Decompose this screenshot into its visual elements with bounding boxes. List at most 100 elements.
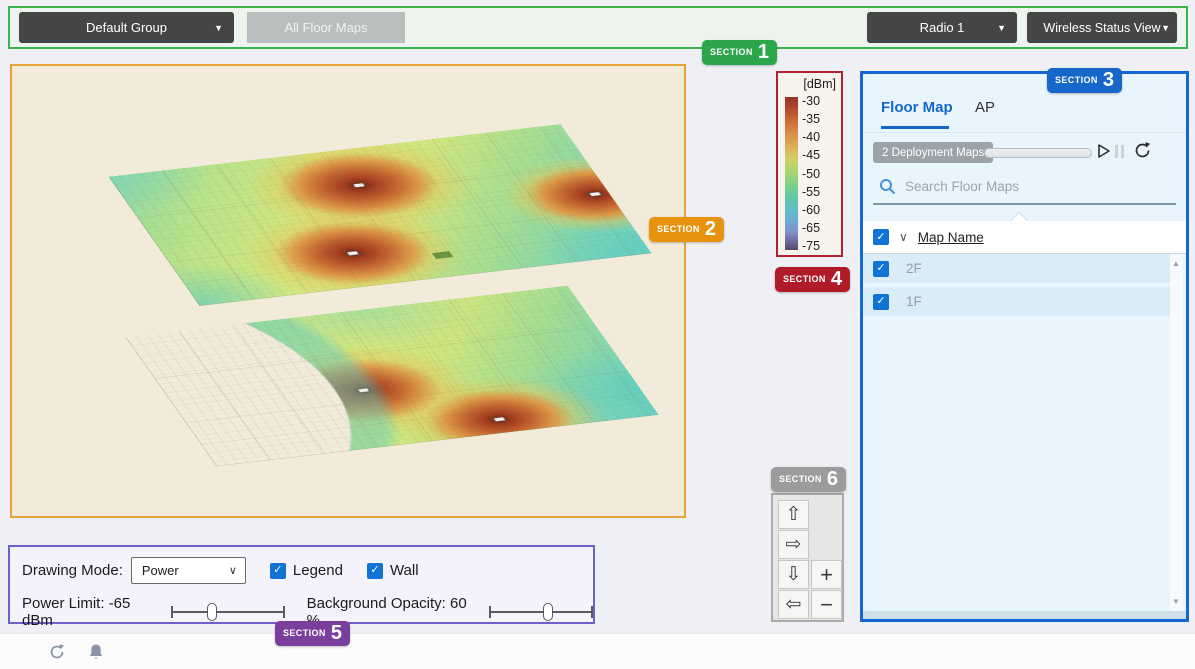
slider-thumb[interactable] [207,603,217,621]
ap-marker[interactable] [589,192,602,197]
checkbox-1f[interactable]: ✓ [873,294,889,310]
active-tab-underline [881,126,949,129]
all-floor-maps-label: All Floor Maps [284,20,367,35]
scroll-down-icon[interactable]: ▼ [1172,597,1180,606]
section-badge-label: SECTION [657,224,700,234]
legend-tick: -75 [802,240,838,253]
search-icon [879,178,896,195]
map-row-1f[interactable]: ✓ 1F [863,287,1174,318]
map-row-label: 1F [906,294,922,309]
section-badge-number: 4 [831,268,842,290]
drawing-mode-label: Drawing Mode: [22,562,123,579]
section-badge-label: SECTION [710,47,753,57]
radio-dropdown[interactable]: Radio 1 ▼ [867,12,1017,43]
pan-left-button[interactable]: ⇦ [778,590,809,619]
check-icon: ✓ [370,565,379,576]
all-floor-maps-button[interactable]: All Floor Maps [247,12,405,43]
map-object [432,251,453,259]
power-limit-label: Power Limit: -65 dBm [22,595,163,629]
drawing-mode-select[interactable]: Power ∨ [131,557,246,584]
heatmap-canvas[interactable] [10,64,686,518]
divider [863,132,1186,133]
legend-colorbar [785,97,798,250]
reload-button[interactable] [48,643,66,661]
group-dropdown[interactable]: Default Group ▼ [19,12,234,43]
pan-right-button[interactable]: ⇨ [778,530,809,559]
legend-checkbox[interactable]: ✓ [270,563,286,579]
ap-marker[interactable] [493,417,506,422]
play-button[interactable] [1096,143,1111,164]
legend-checkbox-label: Legend [293,562,343,579]
opacity-slider[interactable] [489,602,593,622]
zoom-in-button[interactable]: + [811,560,842,589]
wall-checkbox-group: ✓ Wall [367,562,419,579]
section-5-badge: SECTION 5 [275,621,350,646]
map-row-label: 2F [906,261,922,276]
power-limit-slider[interactable] [171,602,285,622]
radio-dropdown-label: Radio 1 [920,20,965,35]
pause-button[interactable] [1115,145,1124,158]
ap-marker[interactable] [357,388,370,393]
minus-icon: − [820,592,833,618]
map-row-2f[interactable]: ✓ 2F [863,254,1174,285]
slider-track[interactable] [171,611,285,613]
slider-track[interactable] [489,611,593,613]
drawing-mode-row: Drawing Mode: Power ∨ ✓ Legend ✓ Wall [22,557,419,584]
map-list-header[interactable]: ✓ ∨ Map Name [863,221,1186,254]
tab-ap[interactable]: AP [975,99,995,116]
floor-map-panel: Floor Map AP 2 Deployment Maps ✓ ∨ Map N… [860,71,1189,622]
ap-marker[interactable] [353,183,366,188]
slider-thumb[interactable] [543,603,553,621]
checkbox-2f[interactable]: ✓ [873,261,889,277]
play-icon [1096,143,1111,159]
floor-plane-2f[interactable] [109,124,652,306]
slider-end-tick [283,606,285,618]
legend-title: [dBm] [803,77,836,91]
pause-icon [1115,145,1118,158]
section-badge-number: 2 [705,218,716,240]
horizontal-scrollbar[interactable] [863,611,1186,619]
select-all-checkbox[interactable]: ✓ [873,229,889,245]
section-badge-number: 6 [827,468,838,490]
legend-tick: -50 [802,168,838,181]
section-badge-number: 3 [1103,69,1114,91]
deployment-progress-bar [984,148,1092,158]
notifications-bell-button[interactable] [88,643,104,661]
legend-tick: -45 [802,149,838,162]
tab-floor-map[interactable]: Floor Map [881,99,953,116]
vertical-scrollbar[interactable]: ▲ ▼ [1170,254,1183,611]
chevron-down-icon: ▼ [997,23,1006,33]
collapse-caret-icon[interactable]: ∨ [899,230,908,244]
plus-icon: + [820,562,833,588]
check-icon: ✓ [876,296,885,307]
section-badge-number: 5 [331,622,342,644]
arrow-right-icon: ⇨ [786,533,802,556]
bell-icon [88,643,104,661]
section-3-badge: SECTION 3 [1047,68,1122,93]
refresh-button[interactable] [1133,141,1152,165]
drawing-mode-value: Power [142,563,179,578]
view-dropdown[interactable]: Wireless Status View ▼ [1027,12,1177,43]
arrow-left-icon: ⇦ [786,593,802,616]
dbm-legend: [dBm] -30 -35 -40 -45 -50 -55 -60 -65 -7… [776,71,843,257]
search-floor-maps[interactable] [873,174,1176,205]
group-dropdown-label: Default Group [86,20,167,35]
wall-checkbox-label: Wall [390,562,419,579]
pan-down-button[interactable]: ⇩ [778,560,809,589]
section-badge-label: SECTION [283,628,326,638]
section-badge-number: 1 [758,41,769,63]
scroll-up-icon[interactable]: ▲ [1172,259,1180,268]
floor-plane-1f[interactable] [125,286,658,467]
ap-marker[interactable] [347,251,360,256]
zoom-out-button[interactable]: − [811,590,842,619]
check-icon: ✓ [876,232,885,243]
drawing-controls: Drawing Mode: Power ∨ ✓ Legend ✓ Wall Po… [8,545,595,624]
legend-checkbox-group: ✓ Legend [270,562,343,579]
chevron-down-icon: ▼ [214,23,223,33]
pan-up-button[interactable]: ⇧ [778,500,809,529]
section-6-badge: SECTION 6 [771,467,846,492]
wall-checkbox[interactable]: ✓ [367,563,383,579]
search-input[interactable] [905,179,1174,194]
map-name-header[interactable]: Map Name [918,230,984,245]
legend-tick: -60 [802,204,838,217]
